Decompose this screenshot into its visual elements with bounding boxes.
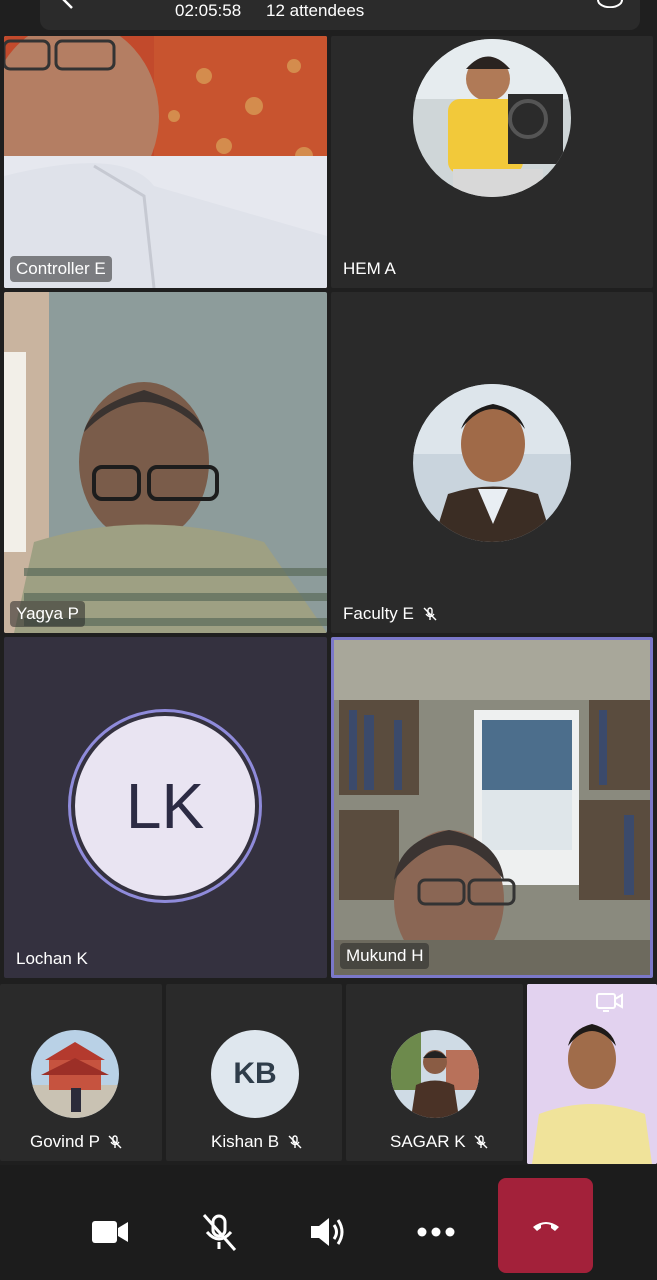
participant-tile-lochan-k[interactable]: LK Lochan K: [4, 637, 327, 978]
participant-name-text: SAGAR K: [390, 1132, 466, 1151]
video-feed-mukund-h: [334, 640, 650, 975]
participant-name: Kishan B: [205, 1129, 308, 1155]
initials-text: KB: [233, 1057, 277, 1090]
avatar-initials-kishan-b: KB: [211, 1030, 299, 1118]
mic-off-icon: [288, 1135, 302, 1149]
participant-tile-yagya-p[interactable]: Yagya P: [4, 292, 327, 633]
switch-camera-icon[interactable]: [595, 989, 625, 1015]
call-controls-bar: [0, 1165, 657, 1280]
mic-off-icon: [474, 1135, 488, 1149]
end-call-button[interactable]: [498, 1178, 593, 1273]
back-arrow-icon[interactable]: [58, 0, 80, 10]
more-options-button[interactable]: [414, 1210, 458, 1254]
participant-tile-mukund-h[interactable]: Mukund H: [331, 637, 653, 978]
participant-tile-kishan-b[interactable]: KB Kishan B: [166, 984, 342, 1161]
participant-tile-faculty-e[interactable]: Faculty E: [331, 292, 653, 633]
self-view-tile[interactable]: [527, 984, 657, 1164]
more-dots-icon: [417, 1227, 455, 1237]
call-status-bar: 02:05:58 12 attendees: [0, 0, 657, 36]
video-feed-yagya-p: [4, 292, 327, 633]
avatar-hem-a: [413, 39, 571, 197]
attendee-count[interactable]: 12 attendees: [266, 1, 364, 21]
participant-name-text: Govind P: [30, 1132, 100, 1151]
participant-tile-controller-e[interactable]: Controller E: [4, 36, 327, 288]
call-duration: 02:05:58: [175, 1, 242, 20]
participant-name: Controller E: [10, 256, 112, 282]
mic-toggle-button[interactable]: [197, 1210, 241, 1254]
participant-tile-govind-p[interactable]: Govind P: [0, 984, 162, 1161]
participant-name: Govind P: [24, 1129, 128, 1155]
self-view-video: [527, 984, 657, 1164]
mic-off-icon: [202, 1214, 237, 1251]
participant-name-text: Kishan B: [211, 1132, 280, 1151]
participant-name: Lochan K: [16, 949, 88, 968]
speaker-icon: [311, 1218, 344, 1246]
participant-name: Faculty E: [337, 601, 443, 627]
video-camera-icon: [92, 1221, 128, 1243]
participant-tile-sagar-k[interactable]: SAGAR K: [346, 984, 523, 1161]
video-feed-controller-e: [4, 36, 327, 288]
participant-name: Yagya P: [10, 601, 86, 627]
participant-name: Mukund H: [340, 943, 430, 969]
mic-off-icon: [423, 607, 437, 621]
hang-up-icon: [532, 1221, 559, 1231]
avatar-govind-p: [31, 1030, 119, 1118]
participant-tile-hem-a[interactable]: HEM A: [331, 36, 653, 288]
avatar-faculty-e: [413, 384, 571, 542]
camera-toggle-button[interactable]: [88, 1210, 132, 1254]
participant-name: HEM A: [343, 259, 396, 278]
initials-text: LK: [125, 770, 205, 842]
participant-name: SAGAR K: [384, 1129, 494, 1155]
avatar-sagar-k: [391, 1030, 479, 1118]
mic-off-icon: [108, 1135, 122, 1149]
switch-camera-icon[interactable]: [594, 0, 626, 8]
participant-name-text: Faculty E: [343, 604, 414, 623]
speaker-toggle-button[interactable]: [306, 1210, 350, 1254]
avatar-initials-lochan-k: LK: [75, 716, 255, 896]
